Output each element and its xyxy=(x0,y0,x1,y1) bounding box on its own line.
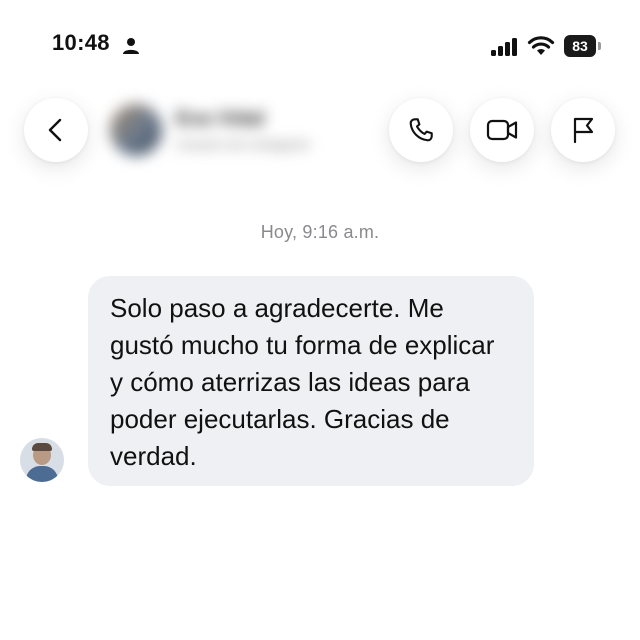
avatar-hair xyxy=(32,443,52,451)
message-bubble[interactable]: Solo paso a agradecerte. Me gustó mucho … xyxy=(88,276,534,486)
message-text: Solo paso a agradecerte. Me gustó mucho … xyxy=(110,293,495,471)
cellular-signal-icon xyxy=(491,38,517,56)
message-timestamp: Hoy, 9:16 a.m. xyxy=(260,222,380,242)
video-call-button[interactable] xyxy=(470,98,534,162)
status-time: 10:48 xyxy=(52,30,110,55)
avatar-shirt xyxy=(26,466,58,482)
wifi-icon xyxy=(527,36,555,55)
sender-avatar[interactable] xyxy=(20,438,64,482)
battery-indicator: 83 xyxy=(564,35,601,57)
contact-subtitle: Usuario de Instagram xyxy=(176,136,310,152)
contact-avatar xyxy=(110,104,162,156)
audio-call-button[interactable] xyxy=(389,98,453,162)
contact-name: Eva Vidal xyxy=(176,108,265,130)
phone-icon xyxy=(409,118,433,142)
report-button[interactable] xyxy=(551,98,615,162)
battery-level: 83 xyxy=(564,35,596,57)
back-button[interactable] xyxy=(24,98,88,162)
chevron-left-icon xyxy=(48,118,62,142)
flag-icon xyxy=(573,117,594,144)
contact-info[interactable]: Eva Vidal Usuario de Instagram xyxy=(104,94,354,166)
chat-screen: 10:48 83 Eva Vidal Usuario de Instagram … xyxy=(0,0,640,640)
chat-header: Eva Vidal Usuario de Instagram xyxy=(0,84,640,180)
video-camera-icon xyxy=(486,119,518,141)
battery-tip xyxy=(598,42,601,50)
status-bar: 10:48 83 xyxy=(0,0,640,80)
person-icon xyxy=(123,38,139,54)
